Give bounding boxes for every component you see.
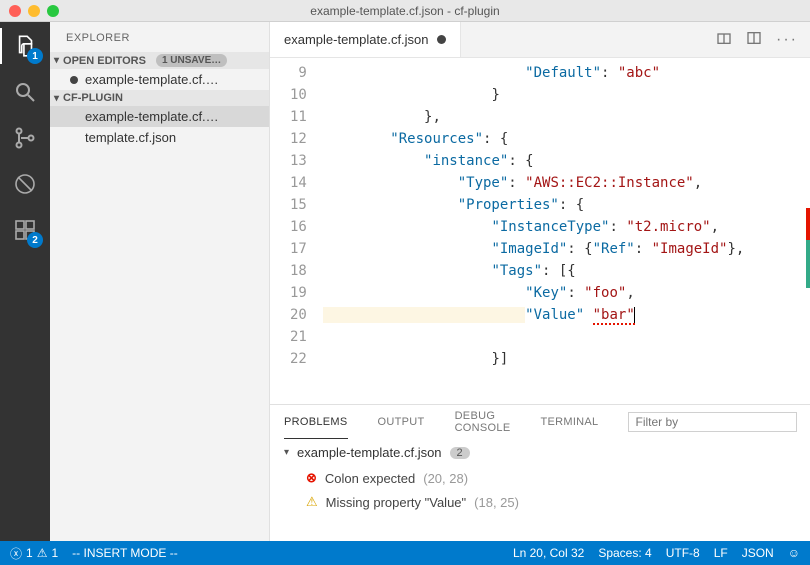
more-actions-icon[interactable]: ··· [776, 31, 798, 49]
code-line[interactable]: "Key": "foo", [323, 282, 744, 304]
problem-location: (18, 25) [474, 495, 519, 510]
search-icon[interactable] [11, 78, 39, 106]
code-line[interactable] [323, 326, 744, 348]
explorer-badge: 1 [27, 48, 43, 64]
editor-area: example-template.cf.json ··· 91011121314… [270, 22, 810, 564]
warning-icon: ⚠ [306, 494, 318, 510]
code-line[interactable]: }] [323, 348, 744, 370]
code-line[interactable]: "Default": "abc" [323, 62, 744, 84]
chevron-down-icon: ▾ [284, 447, 289, 458]
source-control-icon[interactable] [11, 124, 39, 152]
warning-icon: ⚠ [37, 546, 48, 560]
section-label: CF-PLUGIN [63, 92, 123, 104]
open-changes-icon[interactable] [716, 30, 732, 49]
open-editor-item[interactable]: example-template.cf.… [50, 69, 269, 90]
status-cursor-position[interactable]: Ln 20, Col 32 [513, 546, 584, 560]
section-label: OPEN EDITORS [63, 55, 146, 67]
code-line[interactable]: "Type": "AWS::EC2::Instance", [323, 172, 744, 194]
window-title: example-template.cf.json - cf-plugin [0, 4, 810, 18]
problem-item[interactable]: ⊗ Colon expected (20, 28) [270, 466, 810, 490]
code-line[interactable]: }, [323, 106, 744, 128]
line-number: 10 [290, 84, 307, 106]
explorer-sidebar: EXPLORER ▾ OPEN EDITORS 1 UNSAVE… exampl… [50, 22, 270, 564]
code-editor[interactable]: 910111213141516171819202122 "Default": "… [270, 58, 810, 404]
line-number: 15 [290, 194, 307, 216]
line-number: 20 [290, 304, 307, 326]
code-line[interactable]: "Value" "bar" [323, 304, 744, 326]
status-eol[interactable]: LF [714, 546, 728, 560]
project-file-1[interactable]: example-template.cf.… [50, 106, 269, 127]
problems-file-label: example-template.cf.json [297, 445, 442, 460]
extensions-badge: 2 [27, 232, 43, 248]
open-editors-section[interactable]: ▾ OPEN EDITORS 1 UNSAVE… [50, 52, 269, 69]
status-encoding[interactable]: UTF-8 [666, 546, 700, 560]
split-editor-icon[interactable] [746, 30, 762, 49]
file-label: example-template.cf.… [85, 109, 219, 124]
line-number: 9 [290, 62, 307, 84]
code-line[interactable]: } [323, 84, 744, 106]
problems-filter-input[interactable] [628, 412, 797, 432]
chevron-down-icon: ▾ [54, 93, 59, 104]
line-number: 13 [290, 150, 307, 172]
file-label: template.cf.json [85, 130, 176, 145]
panel-tab-problems[interactable]: PROBLEMS [284, 406, 348, 439]
project-section[interactable]: ▾ CF-PLUGIN [50, 90, 269, 106]
problem-item[interactable]: ⚠ Missing property "Value" (18, 25) [270, 490, 810, 514]
debug-icon[interactable] [11, 170, 39, 198]
code-line[interactable]: "ImageId": {"Ref": "ImageId"}, [323, 238, 744, 260]
line-number: 19 [290, 282, 307, 304]
unsaved-badge: 1 UNSAVE… [156, 54, 227, 67]
editor-tab-bar: example-template.cf.json ··· [270, 22, 810, 58]
line-number: 16 [290, 216, 307, 238]
code-line[interactable]: "instance": { [323, 150, 744, 172]
error-icon: ⊗ [306, 470, 317, 486]
panel-tab-debug[interactable]: DEBUG CONSOLE [455, 400, 511, 444]
minimize-window-button[interactable] [28, 5, 40, 17]
unsaved-dot-icon [70, 76, 78, 84]
titlebar: example-template.cf.json - cf-plugin [0, 0, 810, 22]
bottom-panel: PROBLEMS OUTPUT DEBUG CONSOLE TERMINAL ▾… [270, 404, 810, 564]
minimap-overview-ruler[interactable] [806, 208, 810, 288]
feedback-smiley-icon[interactable]: ☺ [788, 546, 800, 560]
problems-file-group[interactable]: ▾ example-template.cf.json 2 [270, 439, 810, 466]
problem-message: Missing property "Value" [326, 495, 467, 510]
line-number: 17 [290, 238, 307, 260]
line-number: 14 [290, 172, 307, 194]
status-indentation[interactable]: Spaces: 4 [598, 546, 651, 560]
code-line[interactable]: "Properties": { [323, 194, 744, 216]
zoom-window-button[interactable] [47, 5, 59, 17]
line-number: 22 [290, 348, 307, 370]
status-mode[interactable]: -- INSERT MODE -- [72, 546, 178, 560]
close-window-button[interactable] [9, 5, 21, 17]
editor-tab-active[interactable]: example-template.cf.json [270, 22, 461, 57]
status-bar: ⓧ 1 ⚠ 1 -- INSERT MODE -- Ln 20, Col 32 … [0, 541, 810, 565]
activity-bar: 1 2 [0, 22, 50, 564]
panel-tab-terminal[interactable]: TERMINAL [540, 406, 598, 438]
sidebar-title: EXPLORER [50, 22, 269, 52]
status-language[interactable]: JSON [742, 546, 774, 560]
panel-tab-output[interactable]: OUTPUT [378, 406, 425, 438]
line-number: 11 [290, 106, 307, 128]
extensions-icon[interactable]: 2 [11, 216, 39, 244]
project-file-2[interactable]: template.cf.json [50, 127, 269, 148]
problems-count-badge: 2 [450, 447, 470, 459]
problem-message: Colon expected [325, 471, 415, 486]
open-editor-label: example-template.cf.… [85, 72, 219, 87]
explorer-icon[interactable]: 1 [11, 32, 39, 60]
code-line[interactable]: "Tags": [{ [323, 260, 744, 282]
code-line[interactable]: "Resources": { [323, 128, 744, 150]
status-errors[interactable]: ⓧ 1 ⚠ 1 [10, 545, 58, 562]
unsaved-dot-icon[interactable] [437, 35, 446, 44]
error-icon: ⓧ [10, 545, 22, 562]
chevron-down-icon: ▾ [54, 55, 59, 66]
line-number: 21 [290, 326, 307, 348]
problem-location: (20, 28) [423, 471, 468, 486]
line-number: 18 [290, 260, 307, 282]
code-line[interactable]: "InstanceType": "t2.micro", [323, 216, 744, 238]
tab-label: example-template.cf.json [284, 32, 429, 47]
line-number: 12 [290, 128, 307, 150]
